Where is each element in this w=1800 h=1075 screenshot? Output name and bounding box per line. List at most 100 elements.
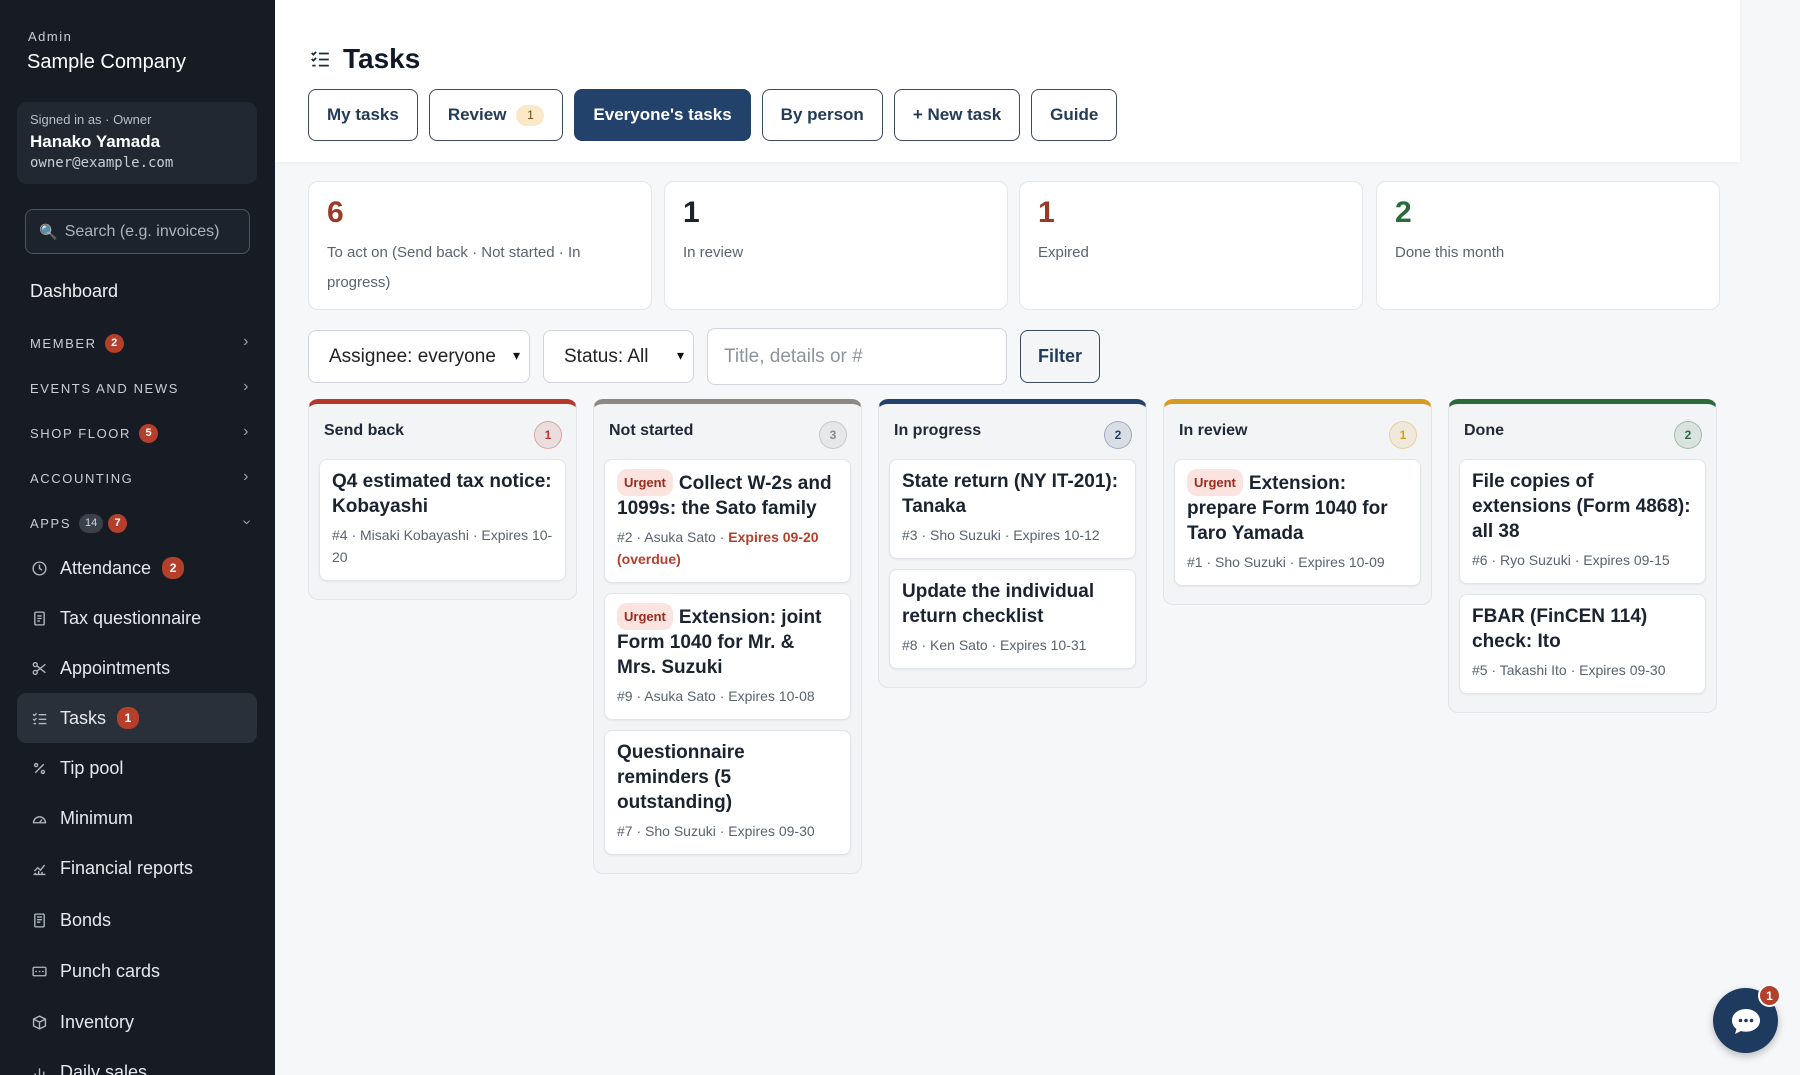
task-meta: #8 · Ken Sato · Expires 10-31 — [902, 634, 1123, 656]
task-card[interactable]: Q4 estimated tax notice: Kobayashi #4 · M… — [319, 459, 566, 581]
sidebar-item-label: Punch cards — [60, 960, 161, 981]
search-placeholder: Title, details or # — [724, 345, 863, 367]
sidebar-item-label: Tasks — [60, 707, 107, 728]
task-card[interactable]: Urgent Extension: prepare Form 1040 for T… — [1174, 459, 1421, 586]
column-count-badge: 2 — [1674, 421, 1702, 449]
sidebar-item-tip-pool[interactable]: Tip pool — [17, 743, 257, 793]
document-icon — [30, 609, 48, 627]
sidebar-section-member[interactable]: MEMBER 2 › — [30, 331, 250, 355]
task-title: Questionnaire reminders (5 outstanding) — [617, 740, 838, 815]
assignee-value: Assignee: everyone — [329, 345, 496, 367]
tab-label: Review — [447, 105, 507, 124]
tab-label: My tasks — [327, 105, 399, 124]
task-card[interactable]: Update the individual return checklist #8… — [889, 569, 1136, 669]
task-card[interactable]: State return (NY IT-201): Tanaka #3 · Sho… — [889, 459, 1136, 559]
tab-label: Everyone's tasks — [593, 105, 732, 124]
tab-my-tasks[interactable]: My tasks — [308, 89, 418, 141]
task-meta: #1 · Sho Suzuki · Expires 10-09 — [1187, 551, 1408, 573]
sidebar-item-attendance[interactable]: Attendance 2 — [17, 543, 257, 593]
sidebar-item-minimum[interactable]: Minimum — [17, 793, 257, 843]
task-meta-text: #2 · Asuka Sato · — [617, 529, 729, 545]
column-header: Not started 3 — [594, 404, 861, 449]
task-card[interactable]: Urgent Extension: joint Form 1040 for Mr.… — [604, 593, 851, 720]
column-title: In progress — [894, 422, 982, 439]
column-count-badge: 2 — [1104, 421, 1132, 449]
sidebar-item-label: Attendance — [60, 557, 152, 578]
sidebar-item-punch-cards[interactable]: Punch cards — [17, 946, 257, 996]
company-name[interactable]: Sample Company — [27, 51, 186, 74]
sidebar-item-label: Tip pool — [60, 757, 124, 778]
sidebar-section-shop-floor[interactable]: SHOP FLOOR 5 › — [30, 421, 250, 445]
task-meta-text: #3 · Sho Suzuki · Expires 10-12 — [902, 527, 1100, 543]
stat-card-expired[interactable]: 1 Expired — [1019, 181, 1363, 310]
new-task-button[interactable]: + New task — [893, 89, 1021, 141]
tab-by-person[interactable]: By person — [761, 89, 883, 141]
section-label: SHOP FLOOR — [30, 425, 132, 441]
task-meta: #6 · Ryo Suzuki · Expires 09-15 — [1472, 549, 1693, 571]
guide-button[interactable]: Guide — [1031, 89, 1118, 141]
column-not-started: Not started 3 Urgent Collect W-2s and 1099s… — [593, 399, 862, 874]
task-title-text: Questionnaire reminders (5 outstanding) — [617, 742, 745, 813]
task-title-text: Q4 estimated tax notice: Kobayashi — [332, 471, 552, 517]
task-search-input[interactable]: Title, details or # — [707, 328, 1007, 385]
sidebar-item-financial-reports[interactable]: Financial reports — [17, 843, 257, 893]
chat-unread-badge: 1 — [1758, 984, 1781, 1007]
search-icon: 🔍 — [39, 223, 58, 241]
stat-card-done-this-month[interactable]: 2 Done this month — [1376, 181, 1720, 310]
sidebar-search-input[interactable]: 🔍 Search (e.g. invoices) — [25, 209, 250, 254]
column-in-review: In review 1 Urgent Extension: prepare Form … — [1163, 399, 1432, 605]
task-title-text: File copies of extensions (Form 4868): a… — [1472, 471, 1691, 542]
sidebar-item-bonds[interactable]: Bonds — [17, 895, 257, 945]
column-title: In review — [1179, 422, 1248, 439]
sidebar-item-tasks[interactable]: Tasks 1 — [17, 693, 257, 743]
column-in-progress: In progress 2 State return (NY IT-201): Ta… — [878, 399, 1147, 688]
chevron-right-icon: › — [243, 468, 250, 485]
filter-button[interactable]: Filter — [1020, 330, 1100, 383]
tab-review[interactable]: Review 1 — [428, 89, 564, 141]
bar-chart-icon — [30, 1063, 48, 1075]
task-card[interactable]: FBAR (FinCEN 114) check: Ito #5 · Takashi… — [1459, 594, 1706, 694]
chevron-down-icon: ▾ — [676, 347, 684, 363]
sidebar: Admin Sample Company Signed in as · Owne… — [0, 0, 275, 1075]
task-meta: #5 · Takashi Ito · Expires 09-30 — [1472, 659, 1693, 681]
sidebar-item-dashboard[interactable]: Dashboard — [30, 281, 118, 302]
sidebar-section-accounting[interactable]: ACCOUNTING › — [30, 466, 250, 490]
chevron-right-icon: › — [243, 423, 250, 440]
status-select[interactable]: Status: All ▾ — [543, 330, 694, 383]
sidebar-section-events-and-news[interactable]: EVENTS AND NEWS › — [30, 376, 250, 400]
task-card[interactable]: Questionnaire reminders (5 outstanding) #… — [604, 730, 851, 855]
stat-card-to-act-on[interactable]: 6 To act on (Send back · Not started · I… — [308, 181, 652, 310]
task-meta: #3 · Sho Suzuki · Expires 10-12 — [902, 524, 1123, 546]
sidebar-section-apps[interactable]: APPS 14 7 › — [30, 511, 256, 535]
task-title: Update the individual return checklist — [902, 579, 1123, 629]
chevron-right-icon: › — [243, 378, 250, 395]
column-done: Done 2 File copies of extensions (Form 486… — [1448, 399, 1717, 713]
assignee-select[interactable]: Assignee: everyone ▾ — [308, 330, 530, 383]
sidebar-item-tax-questionnaire[interactable]: Tax questionnaire — [17, 593, 257, 643]
task-meta: #7 · Sho Suzuki · Expires 09-30 — [617, 820, 838, 842]
task-card[interactable]: File copies of extensions (Form 4868): a… — [1459, 459, 1706, 584]
stat-card-in-review[interactable]: 1 In review — [664, 181, 1008, 310]
sidebar-item-appointments[interactable]: Appointments — [17, 643, 257, 693]
urgent-badge: Urgent — [1187, 469, 1243, 496]
stat-label: Expired — [1038, 244, 1089, 261]
box-icon — [30, 1013, 48, 1031]
task-title: Urgent Extension: joint Form 1040 for Mr.… — [617, 603, 838, 680]
user-name: Hanako Yamada — [30, 132, 161, 151]
receipt-icon — [30, 911, 48, 929]
task-meta-text: #1 · Sho Suzuki · Expires 10-09 — [1187, 554, 1385, 570]
stat-label: Done this month — [1395, 244, 1505, 261]
tab-everyones-tasks[interactable]: Everyone's tasks — [574, 89, 751, 141]
column-count-badge: 3 — [819, 421, 847, 449]
task-card[interactable]: Urgent Collect W-2s and 1099s: the Sato f… — [604, 459, 851, 583]
urgent-badge: Urgent — [617, 603, 673, 630]
tab-label: + New task — [912, 105, 1002, 124]
count-badge: 5 — [139, 423, 159, 443]
sidebar-item-inventory[interactable]: Inventory — [17, 997, 257, 1047]
user-card[interactable]: Signed in as · Owner Hanako Yamada owner… — [17, 102, 257, 184]
task-title-text: FBAR (FinCEN 114) check: Ito — [1472, 606, 1648, 652]
task-tabs: My tasks Review 1 Everyone's tasks By per… — [308, 89, 1128, 141]
sidebar-item-daily-sales[interactable]: Daily sales — [17, 1047, 257, 1075]
scissors-icon — [30, 659, 48, 677]
page-title-wrap: Tasks — [309, 43, 420, 75]
